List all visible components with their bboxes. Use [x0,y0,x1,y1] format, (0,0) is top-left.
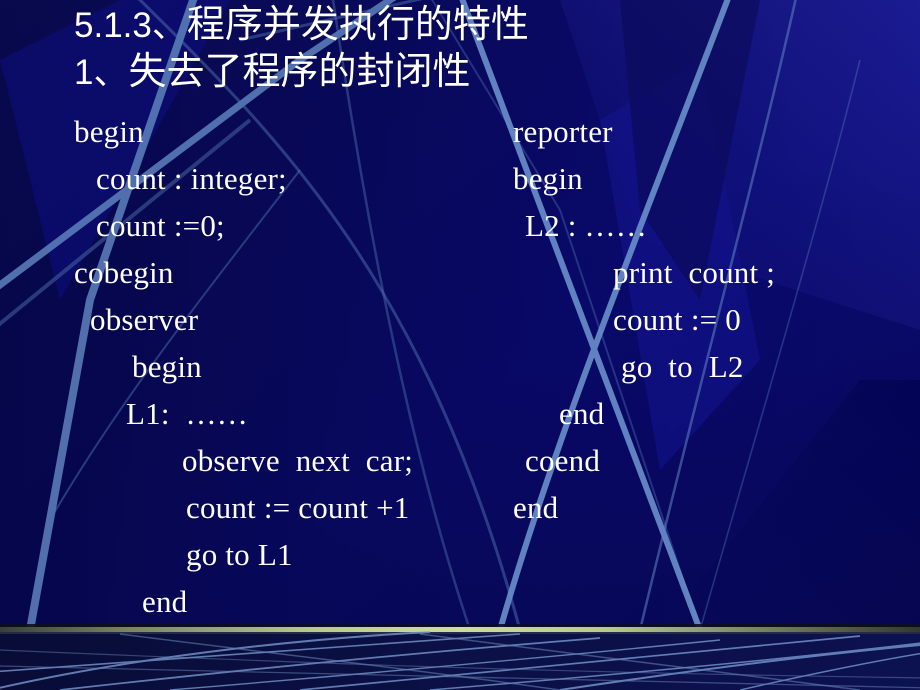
code-right-line-9: end [513,490,559,525]
presentation-slide: 5.1.3、程序并发执行的特性 1、失去了程序的封闭性 begin count :… [0,0,920,690]
code-left-line-7: L1: …… [126,396,248,431]
code-right-line-8: coend [525,443,601,478]
code-right-line-1: reporter [513,114,613,149]
code-right-line-3: L2 : …… [525,208,647,243]
code-left-line-1: begin [74,114,144,149]
code-left-line-11: end [142,584,188,619]
code-block-left: begin count : integer; count :=0; cobegin ob… [74,108,504,625]
code-right-line-5: count := 0 [613,302,741,337]
code-left-line-2: count : integer; [96,161,287,196]
code-left-line-9: count := count +1 [186,490,410,525]
code-left-line-4: cobegin [74,255,174,290]
title-line-2-number: 1、 [74,53,129,92]
code-left-line-5: observer [90,302,199,337]
code-right-line-4: print count ; [613,255,776,290]
title-line-2-text: 失去了程序的封闭性 [128,51,471,93]
title-line-1-text: 程序并发执行的特性 [186,4,529,46]
code-left-line-6: begin [132,349,202,384]
code-right-line-6: go to L2 [621,349,744,384]
title-line-2: 1、失去了程序的封闭性 [74,49,774,96]
code-left-line-10: go to L1 [186,537,293,572]
code-right-line-2: begin [513,161,583,196]
title-line-1-number: 5.1.3、 [74,6,187,45]
slide-title: 5.1.3、程序并发执行的特性 1、失去了程序的封闭性 [74,2,774,96]
code-left-line-3: count :=0; [96,208,225,243]
code-right-line-7: end [559,396,605,431]
title-line-1: 5.1.3、程序并发执行的特性 [74,2,774,49]
code-left-line-8: observe next car; [182,443,414,478]
code-block-right: reporter begin L2 : …… print count ; count :… [513,108,913,531]
